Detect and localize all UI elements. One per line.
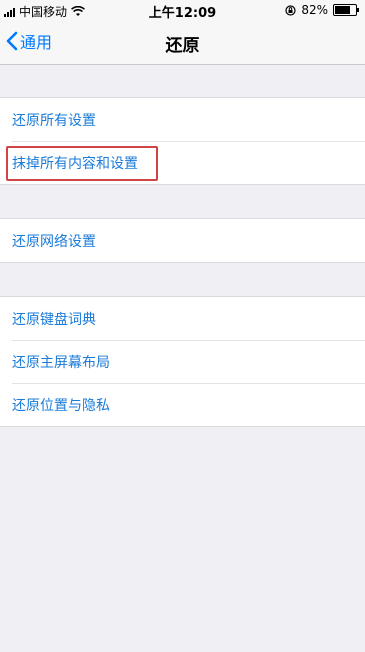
battery-percent: 82% xyxy=(301,3,328,17)
row-label: 抹掉所有内容和设置 xyxy=(12,155,138,172)
page-title: 还原 xyxy=(165,36,200,56)
reset-home-screen-layout-row[interactable]: 还原主屏幕布局 xyxy=(0,340,365,383)
navigation-bar: 通用 还原 xyxy=(0,20,365,65)
row-label: 还原主屏幕布局 xyxy=(12,354,110,371)
status-bar: 中国移动 上午12:09 82% xyxy=(0,0,365,21)
battery-icon xyxy=(333,4,359,16)
reset-group-2: 还原网络设置 xyxy=(0,218,365,263)
reset-group-1: 还原所有设置 抹掉所有内容和设置 xyxy=(0,97,365,185)
reset-all-settings-row[interactable]: 还原所有设置 xyxy=(0,98,365,141)
row-label: 还原位置与隐私 xyxy=(12,397,110,414)
orientation-lock-icon xyxy=(285,4,296,16)
row-label: 还原键盘词典 xyxy=(12,311,96,328)
reset-network-settings-row[interactable]: 还原网络设置 xyxy=(0,219,365,262)
reset-keyboard-dictionary-row[interactable]: 还原键盘词典 xyxy=(0,297,365,340)
row-label: 还原所有设置 xyxy=(12,112,96,129)
erase-all-content-row[interactable]: 抹掉所有内容和设置 xyxy=(0,141,365,184)
reset-group-3: 还原键盘词典 还原主屏幕布局 还原位置与隐私 xyxy=(0,296,365,427)
status-right: 82% xyxy=(285,3,359,17)
reset-location-privacy-row[interactable]: 还原位置与隐私 xyxy=(0,383,365,426)
row-label: 还原网络设置 xyxy=(12,233,96,250)
